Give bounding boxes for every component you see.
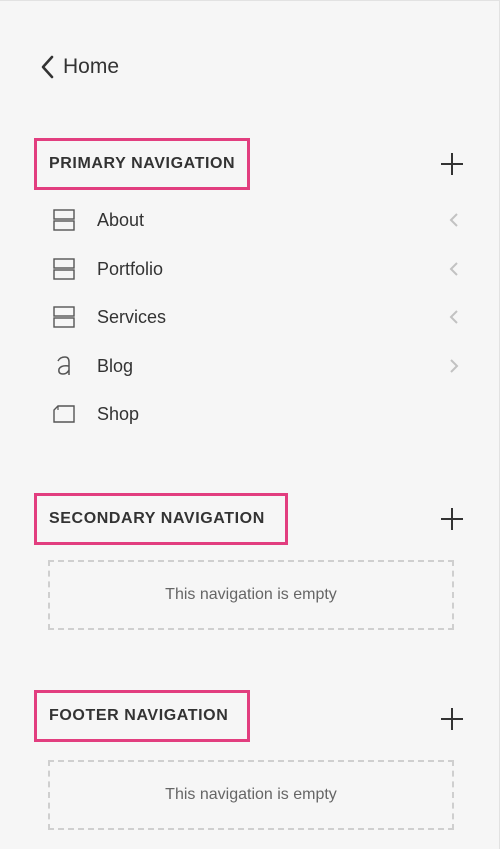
nav-item-services[interactable]: Services: [40, 297, 465, 337]
nav-item-label: Services: [97, 306, 167, 327]
back-to-home-link[interactable]: Home: [40, 52, 119, 82]
section-title: FOOTER NAVIGATION: [49, 707, 229, 724]
secondary-navigation-header: SECONDARY NAVIGATION: [34, 493, 288, 545]
add-footer-item-button[interactable]: [440, 707, 464, 731]
shop-icon: [40, 403, 88, 425]
add-primary-item-button[interactable]: [440, 152, 464, 176]
empty-message: This navigation is empty: [165, 786, 337, 803]
nav-item-portfolio[interactable]: Portfolio: [40, 249, 465, 289]
empty-message: This navigation is empty: [165, 586, 337, 603]
nav-item-label: Blog: [97, 355, 134, 376]
nav-item-label: Shop: [97, 403, 140, 424]
folder-icon: [40, 306, 88, 328]
secondary-empty-dropzone[interactable]: This navigation is empty: [48, 560, 454, 630]
section-title: SECONDARY NAVIGATION: [49, 510, 265, 527]
add-secondary-item-button[interactable]: [440, 507, 464, 531]
chevron-left-icon: [41, 55, 54, 79]
folder-icon: [40, 209, 88, 231]
nav-item-label: About: [97, 209, 145, 230]
blog-icon: [40, 354, 88, 378]
nav-item-blog[interactable]: Blog: [40, 346, 465, 386]
folder-icon: [40, 258, 88, 280]
chevron-left-icon[interactable]: [449, 310, 459, 324]
top-border: [0, 0, 500, 1]
chevron-left-icon[interactable]: [449, 262, 459, 276]
chevron-right-icon[interactable]: [449, 359, 459, 373]
nav-item-label: Portfolio: [97, 258, 164, 279]
chevron-left-icon[interactable]: [449, 213, 459, 227]
section-title: PRIMARY NAVIGATION: [49, 155, 236, 172]
primary-navigation-header: PRIMARY NAVIGATION: [34, 138, 250, 190]
nav-item-shop[interactable]: Shop: [40, 394, 465, 434]
footer-navigation-header: FOOTER NAVIGATION: [34, 690, 250, 742]
nav-item-about[interactable]: About: [40, 200, 465, 240]
footer-empty-dropzone[interactable]: This navigation is empty: [48, 760, 454, 830]
back-label: Home: [63, 55, 120, 78]
